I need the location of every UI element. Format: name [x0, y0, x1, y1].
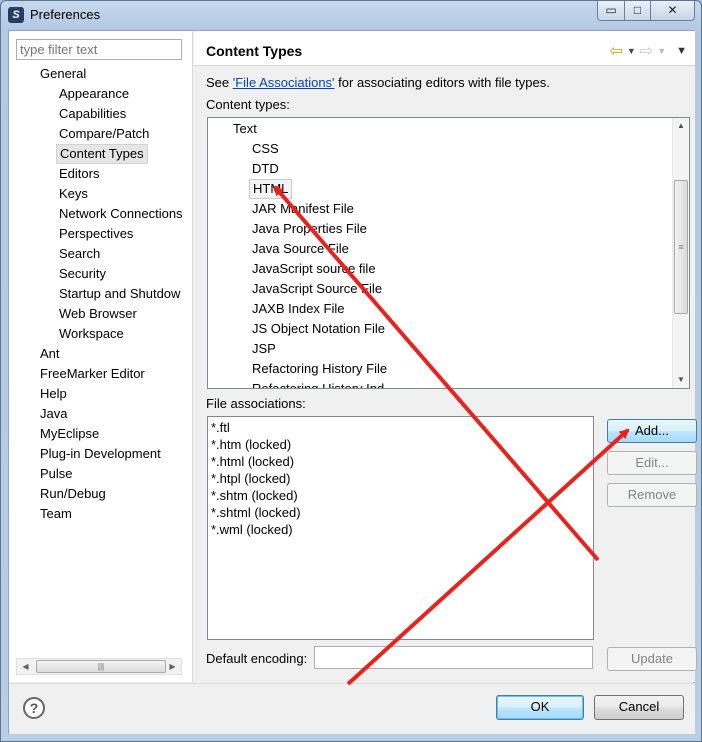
tree-item[interactable]: Editors	[56, 164, 102, 184]
cancel-button[interactable]: Cancel	[594, 695, 684, 720]
dialog-footer: ? OK Cancel	[9, 683, 695, 734]
minimize-button[interactable]: ▭	[597, 1, 625, 21]
preferences-window: S Preferences ▭ □ ✕ GeneralAppearanceCap…	[0, 0, 702, 742]
content-type-item[interactable]: Refactoring History File	[249, 359, 390, 379]
content-type-item[interactable]: Java Source File	[249, 239, 352, 259]
dialog-client: GeneralAppearanceCapabilitiesCompare/Pat…	[8, 30, 697, 734]
help-icon[interactable]: ?	[23, 697, 45, 719]
tree-item[interactable]: Ant	[37, 344, 63, 364]
tree-item[interactable]: Pulse	[37, 464, 76, 484]
tree-item[interactable]: Content Types	[56, 144, 148, 164]
content-type-item[interactable]: Text	[230, 119, 260, 139]
filter-input[interactable]	[16, 39, 182, 60]
content-type-item[interactable]: CSS	[249, 139, 282, 159]
vertical-scrollbar[interactable]: ▲ ≡ ▼	[672, 118, 689, 388]
preference-tree: General Appearance Capabilities Compare/Pat…	[9, 64, 193, 654]
content-type-item[interactable]: DTD	[249, 159, 282, 179]
title-bar: S Preferences ▭ □ ✕	[1, 1, 701, 29]
file-associations-label: File associations:	[206, 396, 306, 411]
file-association-item[interactable]: *.htm (locked)	[211, 436, 291, 453]
tree-item[interactable]: MyEclipse	[37, 424, 102, 444]
update-button[interactable]: Update	[607, 647, 697, 671]
tree-item[interactable]: Java	[37, 404, 70, 424]
tree-item[interactable]: Search	[56, 244, 103, 264]
scroll-up-icon[interactable]: ▲	[673, 118, 689, 134]
tree-item[interactable]: Capabilities	[56, 104, 129, 124]
ok-button[interactable]: OK	[496, 695, 584, 720]
file-association-item[interactable]: *.ftl	[211, 419, 230, 436]
tree-item[interactable]: FreeMarker Editor	[37, 364, 148, 384]
tree-item[interactable]: Web Browser	[56, 304, 140, 324]
back-arrow-icon[interactable]: ⇦	[609, 41, 622, 61]
content-type-item[interactable]: JavaScript Source File	[249, 279, 385, 299]
window-title: Preferences	[30, 7, 101, 22]
default-encoding-input[interactable]	[314, 646, 593, 669]
content-types-tree[interactable]: Text CSS DTD HTML JAR Manifest File Java Prop…	[207, 117, 690, 389]
tree-item[interactable]: Team	[37, 504, 75, 524]
scrollbar-thumb[interactable]: |||	[36, 660, 166, 673]
tree-item[interactable]: Workspace	[56, 324, 127, 344]
tree-item[interactable]: Startup and Shutdow	[56, 284, 183, 304]
content-type-item[interactable]: JavaScript source file	[249, 259, 379, 279]
content-type-item[interactable]: JAXB Index File	[249, 299, 348, 319]
default-encoding-label: Default encoding:	[206, 651, 308, 666]
forward-dropdown-icon: ▼	[657, 46, 667, 56]
file-associations-note: See 'File Associations' for associating …	[206, 75, 550, 90]
content-type-item[interactable]: JAR Manifest File	[249, 199, 357, 219]
file-association-item[interactable]: *.shtm (locked)	[211, 487, 298, 504]
note-suffix: for associating editors with file types.	[334, 75, 550, 90]
remove-button[interactable]: Remove	[607, 483, 697, 507]
close-button[interactable]: ✕	[651, 1, 695, 21]
file-association-item[interactable]: *.shtml (locked)	[211, 504, 301, 521]
content-type-item[interactable]: JS Object Notation File	[249, 319, 388, 339]
file-association-item[interactable]: *.html (locked)	[211, 453, 294, 470]
scroll-left-icon[interactable]: ◀	[17, 659, 34, 674]
scroll-down-icon[interactable]: ▼	[673, 372, 689, 388]
content-type-item[interactable]: JSP	[249, 339, 279, 359]
eclipse-icon: S	[8, 7, 24, 23]
content-types-page: Content Types ⇦ ▼ ⇨ ▼ ▼ See 'File Associ…	[194, 31, 697, 682]
content-type-item[interactable]: Refactoring History Ind	[249, 379, 387, 388]
tree-item[interactable]: Plug-in Development	[37, 444, 164, 464]
tree-item[interactable]: Appearance	[56, 84, 132, 104]
file-association-item[interactable]: *.htpl (locked)	[211, 470, 290, 487]
content-type-item[interactable]: Java Properties File	[249, 219, 370, 239]
tree-item[interactable]: Keys	[56, 184, 91, 204]
content-types-label: Content types:	[206, 97, 290, 112]
tree-item[interactable]: Compare/Patch	[56, 124, 152, 144]
maximize-button[interactable]: □	[625, 1, 651, 21]
tree-item[interactable]: Perspectives	[56, 224, 136, 244]
back-dropdown-icon[interactable]: ▼	[627, 46, 636, 56]
file-associations-link[interactable]: 'File Associations'	[233, 75, 335, 90]
view-menu-icon[interactable]: ▼	[676, 45, 687, 57]
tree-item[interactable]: Security	[56, 264, 109, 284]
content-type-item[interactable]: HTML	[249, 179, 293, 199]
page-title: Content Types	[206, 43, 303, 59]
edit-button[interactable]: Edit...	[607, 451, 697, 475]
tree-item[interactable]: Run/Debug	[37, 484, 109, 504]
scroll-right-icon[interactable]: ▶	[164, 659, 181, 674]
add-button[interactable]: Add...	[607, 419, 697, 443]
preference-sidebar: GeneralAppearanceCapabilitiesCompare/Pat…	[9, 31, 193, 682]
forward-arrow-icon: ⇨	[639, 43, 654, 60]
horizontal-scrollbar[interactable]: ◀ ||| ▶	[16, 658, 182, 675]
note-prefix: See	[206, 75, 233, 90]
file-association-item[interactable]: *.wml (locked)	[211, 521, 293, 538]
scrollbar-thumb[interactable]: ≡	[674, 180, 688, 314]
tree-item[interactable]: Help	[37, 384, 70, 404]
file-associations-list[interactable]: *.ftl *.htm (locked) *.html (locked) *.htpl…	[207, 416, 594, 640]
tree-item[interactable]: Network Connections	[56, 204, 186, 224]
page-header: Content Types ⇦ ▼ ⇨ ▼ ▼	[194, 31, 695, 66]
tree-item[interactable]: General	[37, 64, 89, 84]
